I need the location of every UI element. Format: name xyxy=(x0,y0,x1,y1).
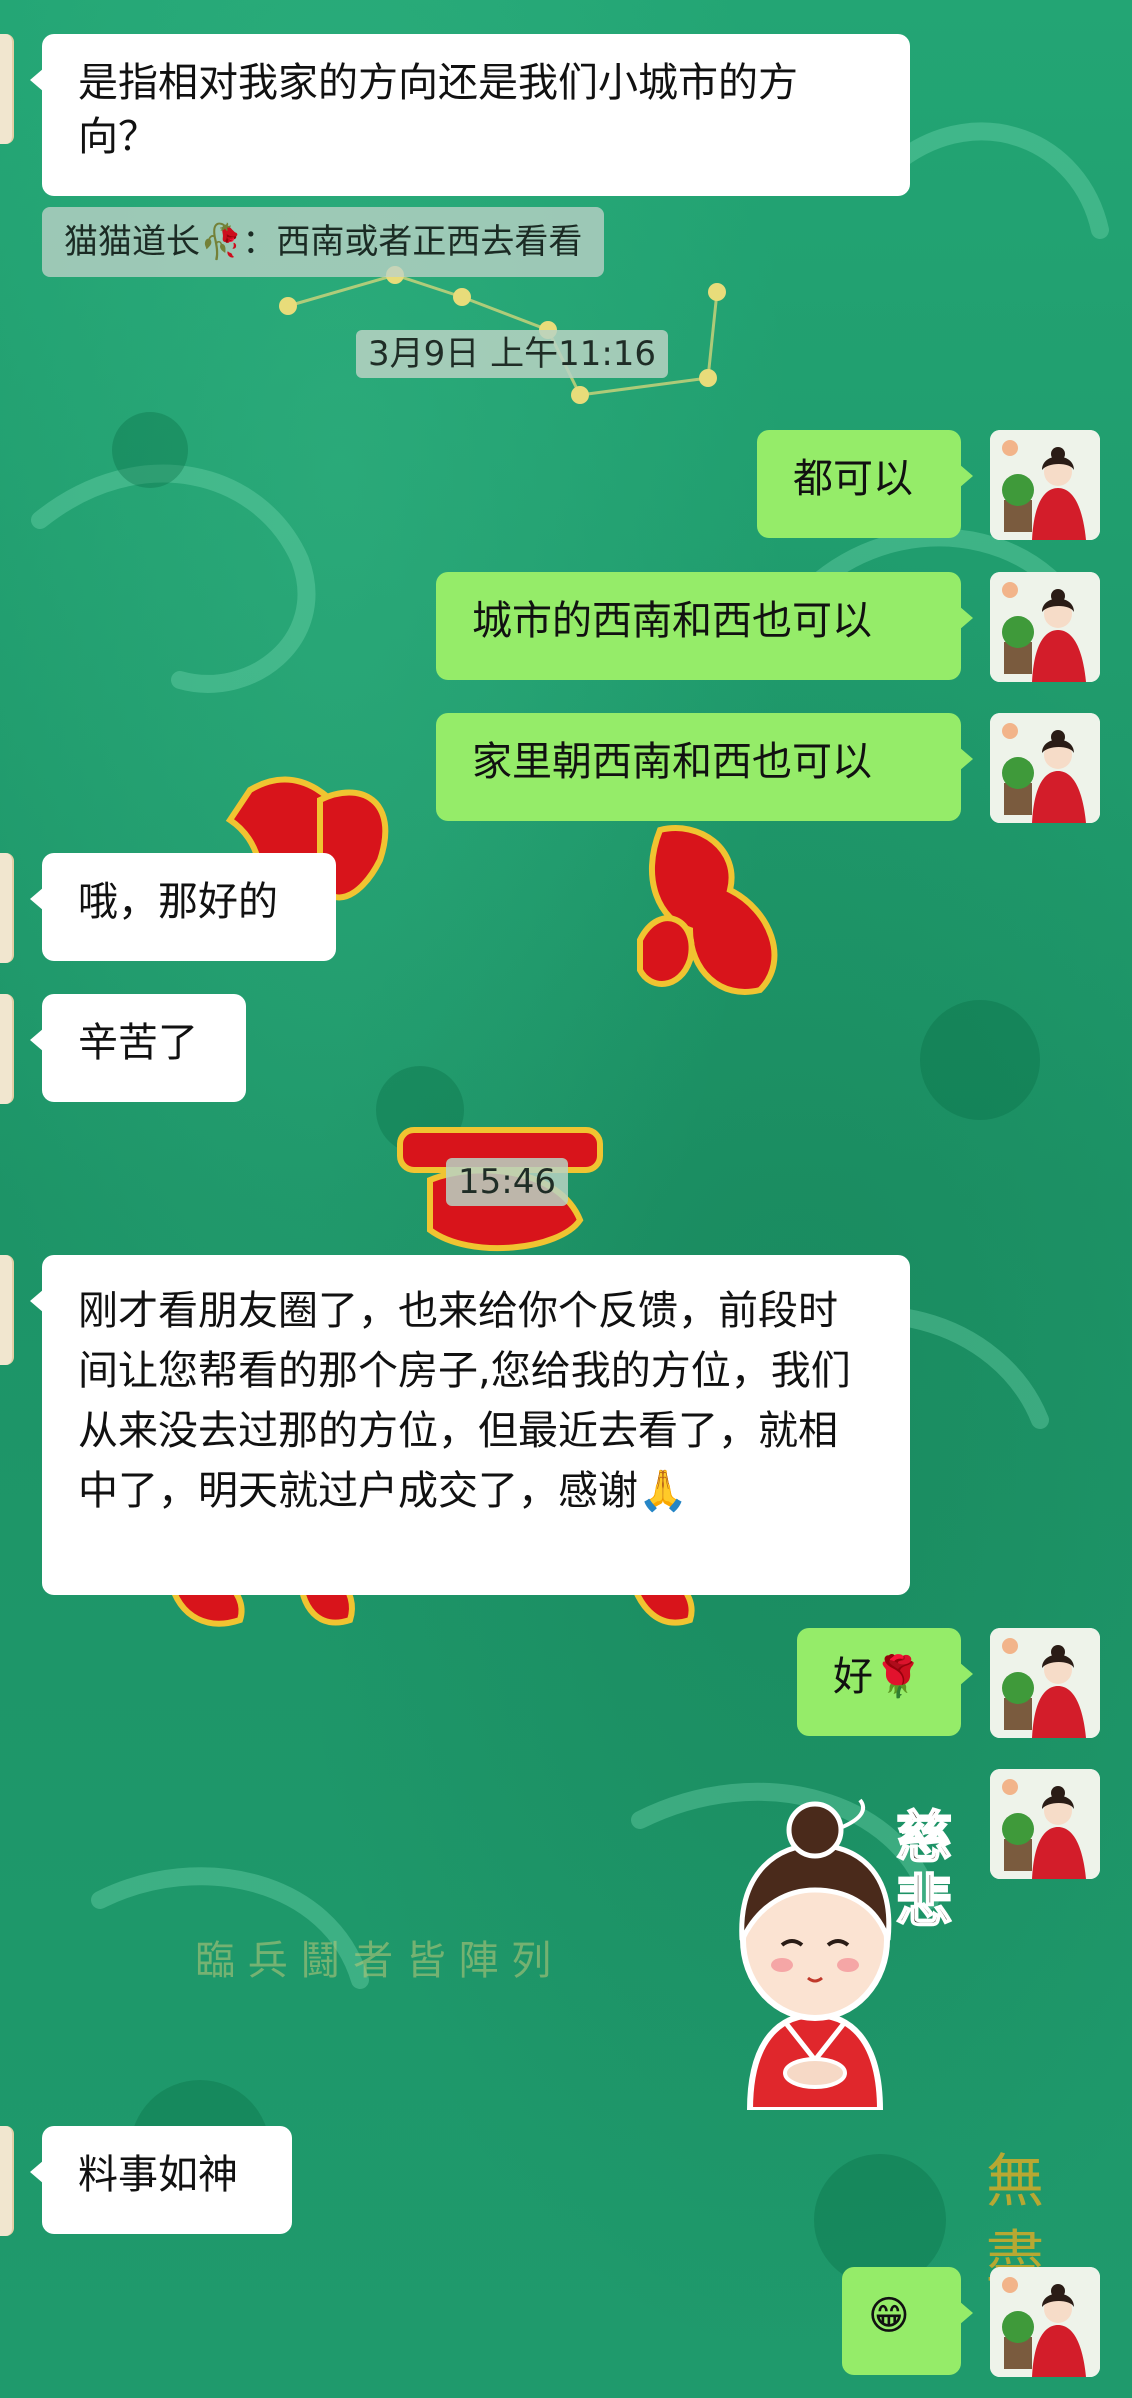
message-bubble-outgoing[interactable]: 好🌹 xyxy=(797,1628,973,1736)
message-bubble-incoming[interactable]: 刚才看朋友圈了，也来给你个反馈，前段时间让您帮看的那个房子,您给我的方位，我们从… xyxy=(30,1255,910,1595)
message-text: 家里朝西南和西也可以 xyxy=(472,739,872,785)
lady-in-red-avatar-icon xyxy=(990,572,1100,682)
my-avatar[interactable] xyxy=(990,2267,1100,2377)
lady-in-red-avatar-icon xyxy=(990,713,1100,823)
message-bubble-outgoing[interactable]: 家里朝西南和西也可以 xyxy=(436,713,973,821)
message-text: 料事如神 xyxy=(78,2152,238,2198)
message-text: 都可以 xyxy=(793,456,913,502)
lady-in-red-avatar-icon xyxy=(990,1628,1100,1738)
timestamp: 15:46 xyxy=(446,1158,568,1206)
my-avatar[interactable] xyxy=(990,1628,1100,1738)
sticker-caption: 慈悲 xyxy=(895,1805,953,1935)
message-bubble-outgoing[interactable]: 😁 xyxy=(842,2267,973,2375)
message-text: 哦，那好的 xyxy=(78,879,278,925)
chat-thread[interactable]: 是指相对我家的方向还是我们小城市的方向？ 猫猫道长🥀：西南或者正西去看看 3月9… xyxy=(0,0,1132,2398)
my-avatar[interactable] xyxy=(990,430,1100,540)
message-text: 城市的西南和西也可以 xyxy=(472,598,872,644)
sender-avatar[interactable] xyxy=(0,853,14,963)
sticker-message[interactable]: 慈悲 xyxy=(690,1790,970,2113)
sender-avatar[interactable] xyxy=(0,2126,14,2236)
sender-avatar[interactable] xyxy=(0,34,14,144)
message-text: 好🌹 xyxy=(833,1654,923,1700)
grin-emoji: 😁 xyxy=(868,2293,910,2339)
message-text: 是指相对我家的方向还是我们小城市的方向？ xyxy=(78,60,798,160)
timestamp: 3月9日 上午11:16 xyxy=(356,330,669,378)
my-avatar[interactable] xyxy=(990,713,1100,823)
my-avatar[interactable] xyxy=(990,1769,1100,1879)
message-bubble-incoming[interactable]: 辛苦了 xyxy=(30,994,246,1102)
sender-avatar[interactable] xyxy=(0,1255,14,1365)
lady-in-red-avatar-icon xyxy=(990,430,1100,540)
sender-avatar[interactable] xyxy=(0,994,14,1104)
message-text: 刚才看朋友圈了，也来给你个反馈，前段时间让您帮看的那个房子,您给我的方位，我们从… xyxy=(78,1288,851,1514)
message-text: 辛苦了 xyxy=(78,1020,198,1066)
message-bubble-incoming[interactable]: 是指相对我家的方向还是我们小城市的方向？ xyxy=(30,34,910,196)
quoted-reply[interactable]: 猫猫道长🥀：西南或者正西去看看 xyxy=(42,207,605,277)
message-bubble-incoming[interactable]: 料事如神 xyxy=(30,2126,292,2234)
lady-in-red-avatar-icon xyxy=(990,2267,1100,2377)
message-bubble-incoming[interactable]: 哦，那好的 xyxy=(30,853,336,961)
message-bubble-outgoing[interactable]: 城市的西南和西也可以 xyxy=(436,572,973,680)
message-bubble-outgoing[interactable]: 都可以 xyxy=(757,430,973,538)
my-avatar[interactable] xyxy=(990,572,1100,682)
lady-in-red-avatar-icon xyxy=(990,1769,1100,1879)
